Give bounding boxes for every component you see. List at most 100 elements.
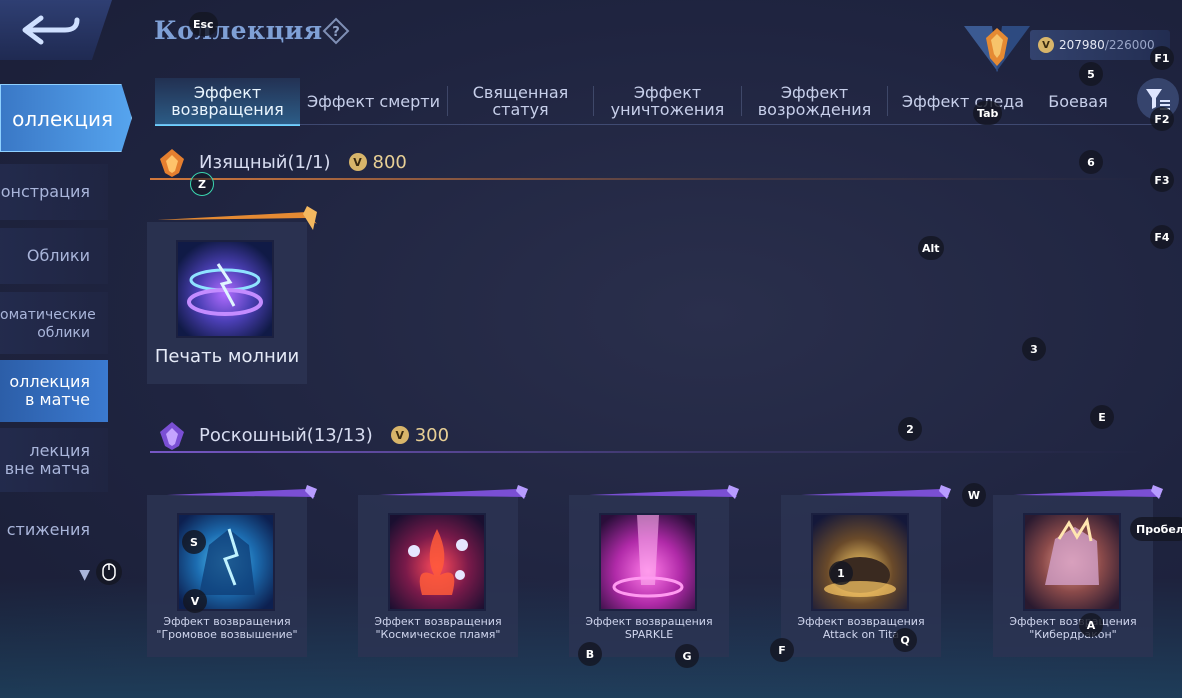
sidebar-item-label: Облики [26,246,90,265]
key-hint-w[interactable]: W [962,483,986,507]
tab-label: Эффект уничтожения [610,83,725,119]
tab-sacred-statue[interactable]: Священная статуя [448,78,593,124]
back-arrow-icon [22,15,80,45]
tab-label: Боевая [1048,91,1108,111]
sidebar-item-label: оллекция [12,107,113,131]
section-cost-value: 800 [372,151,407,173]
collection-coin-icon: V [1038,37,1054,53]
section-header-luxury: Роскошный(13/13) V 300 [155,418,449,452]
tab-elimination-effect[interactable]: Эффект уничтожения [594,78,741,124]
item-card[interactable]: Эффект возвращения "Космическое пламя" [358,485,528,657]
key-hint-a[interactable]: A [1079,613,1103,637]
key-hint-tab[interactable]: Tab [973,101,1003,125]
chevron-down-icon: ▼ [79,567,90,583]
item-card[interactable]: Эффект возвращения Attack on Tita [781,485,951,657]
item-name: Эффект возвращения "Громовое возвышение" [156,615,298,641]
currency-current: 207980 [1059,38,1105,52]
item-thumbnail [599,513,697,611]
key-hint-f1[interactable]: F1 [1150,46,1174,70]
sidebar-item-out-of-match[interactable]: лекция вне матча [0,428,108,492]
sidebar-item-label: лекция вне матча [4,441,90,478]
key-hint-space[interactable]: Пробел [1130,517,1182,541]
collection-coin-icon: V [390,426,409,444]
section-cost: V 800 [348,151,407,173]
sidebar-item-achievements[interactable]: стижения ▼ [0,508,108,583]
tab-death-effect[interactable]: Эффект смерти [300,78,447,124]
tab-label: Эффект следа [901,91,1025,111]
elegant-ribbon-icon [157,206,317,230]
key-hint-1[interactable]: 1 [829,561,853,585]
item-card[interactable]: Эффект возвращения SPARKLE [569,485,739,657]
key-hint-b[interactable]: B [578,642,602,666]
sidebar: оллекция▲ онстрация Облики оматические о… [0,80,135,583]
tab-label: Эффект возвращения [171,83,284,119]
key-hint-f4[interactable]: F4 [1150,225,1174,249]
key-hint-s[interactable]: S [182,530,206,554]
section-title: Роскошный(13/13) [199,424,373,446]
key-hint-q[interactable]: Q [893,628,917,652]
key-hint-e[interactable]: E [1090,405,1114,429]
lightning-seal-icon [187,263,263,316]
luxury-ribbon-icon [1013,485,1163,499]
key-hint-v[interactable]: V [183,589,207,613]
mouse-icon [96,559,122,585]
item-card[interactable]: Эффект возвращения "Кибердракон" [993,485,1163,657]
section-divider [150,451,1150,453]
key-hint-f3[interactable]: F3 [1150,168,1174,192]
key-hint-6[interactable]: 6 [1079,150,1103,174]
sidebar-item-skins[interactable]: Облики [0,228,108,284]
sidebar-item-emote-skins[interactable]: оматические облики [0,292,108,354]
elegant-tier-icon [160,149,184,177]
tab-recall-effect[interactable]: Эффект возвращения [155,78,300,126]
key-hint-2[interactable]: 2 [898,417,922,441]
sidebar-item-collection[interactable]: оллекция▲ [0,84,132,152]
tab-respawn-effect[interactable]: Эффект возрождения [742,78,887,124]
key-hint-3[interactable]: 3 [1022,337,1046,361]
luxury-ribbon-icon [801,485,951,499]
tab-label: Эффект возрождения [757,83,872,119]
item-name: Печать молнии [154,346,300,367]
currency-max: /226000 [1104,38,1155,52]
sidebar-item-in-match[interactable]: оллекция в матче [0,360,108,422]
page-title: Коллекция [154,16,323,45]
luxury-ribbon-icon [589,485,739,499]
key-hint-f2[interactable]: F2 [1150,107,1174,131]
key-hint-z[interactable]: Z [190,172,214,196]
sidebar-item-label: стижения [6,520,90,539]
key-hint-g[interactable]: G [675,644,699,668]
tab-battle[interactable]: Боевая [1038,78,1118,124]
key-hint-5[interactable]: 5 [1079,62,1103,86]
tab-label: Священная статуя [472,83,569,119]
luxury-ribbon-icon [378,485,528,499]
question-icon[interactable]: ? [322,17,350,45]
sidebar-item-label: оллекция в матче [9,372,90,409]
item-thumbnail [1023,513,1121,611]
back-button[interactable] [0,0,112,60]
section-cost-value: 300 [414,424,450,446]
item-thumbnail [811,513,909,611]
section-title: Изящный(1/1) [199,151,331,173]
key-hint-esc[interactable]: Esc [189,12,218,36]
sidebar-item-label: оматические облики [0,307,96,341]
item-thumbnail [388,513,486,611]
sidebar-item-showcase[interactable]: онстрация [0,164,108,220]
item-name: Эффект возвращения "Космическое пламя" [374,615,502,641]
item-card[interactable]: Эффект возвращения "Громовое возвышение" [147,485,317,657]
item-thumbnail [176,240,274,338]
key-hint-f[interactable]: F [770,638,794,662]
section-divider [150,178,1150,180]
item-name: Эффект возвращения "Кибердракон" [1009,615,1137,641]
luxury-ribbon-icon [167,485,317,499]
cosmic-flame-icon [408,529,468,595]
tab-label: Эффект смерти [306,91,441,111]
tabs-divider [155,124,1155,125]
luxury-tier-icon [160,422,184,450]
item-name: Эффект возвращения Attack on Tita [797,615,925,641]
sparkle-icon [612,515,684,598]
section-cost: V 300 [390,424,450,446]
tab-trail-effect[interactable]: Эффект следа [888,78,1038,124]
cyber-dragon-icon [1045,517,1099,585]
item-name: Эффект возвращения SPARKLE [585,615,713,641]
key-hint-alt[interactable]: Alt [918,236,944,260]
item-card[interactable]: Печать молнии [147,206,317,384]
